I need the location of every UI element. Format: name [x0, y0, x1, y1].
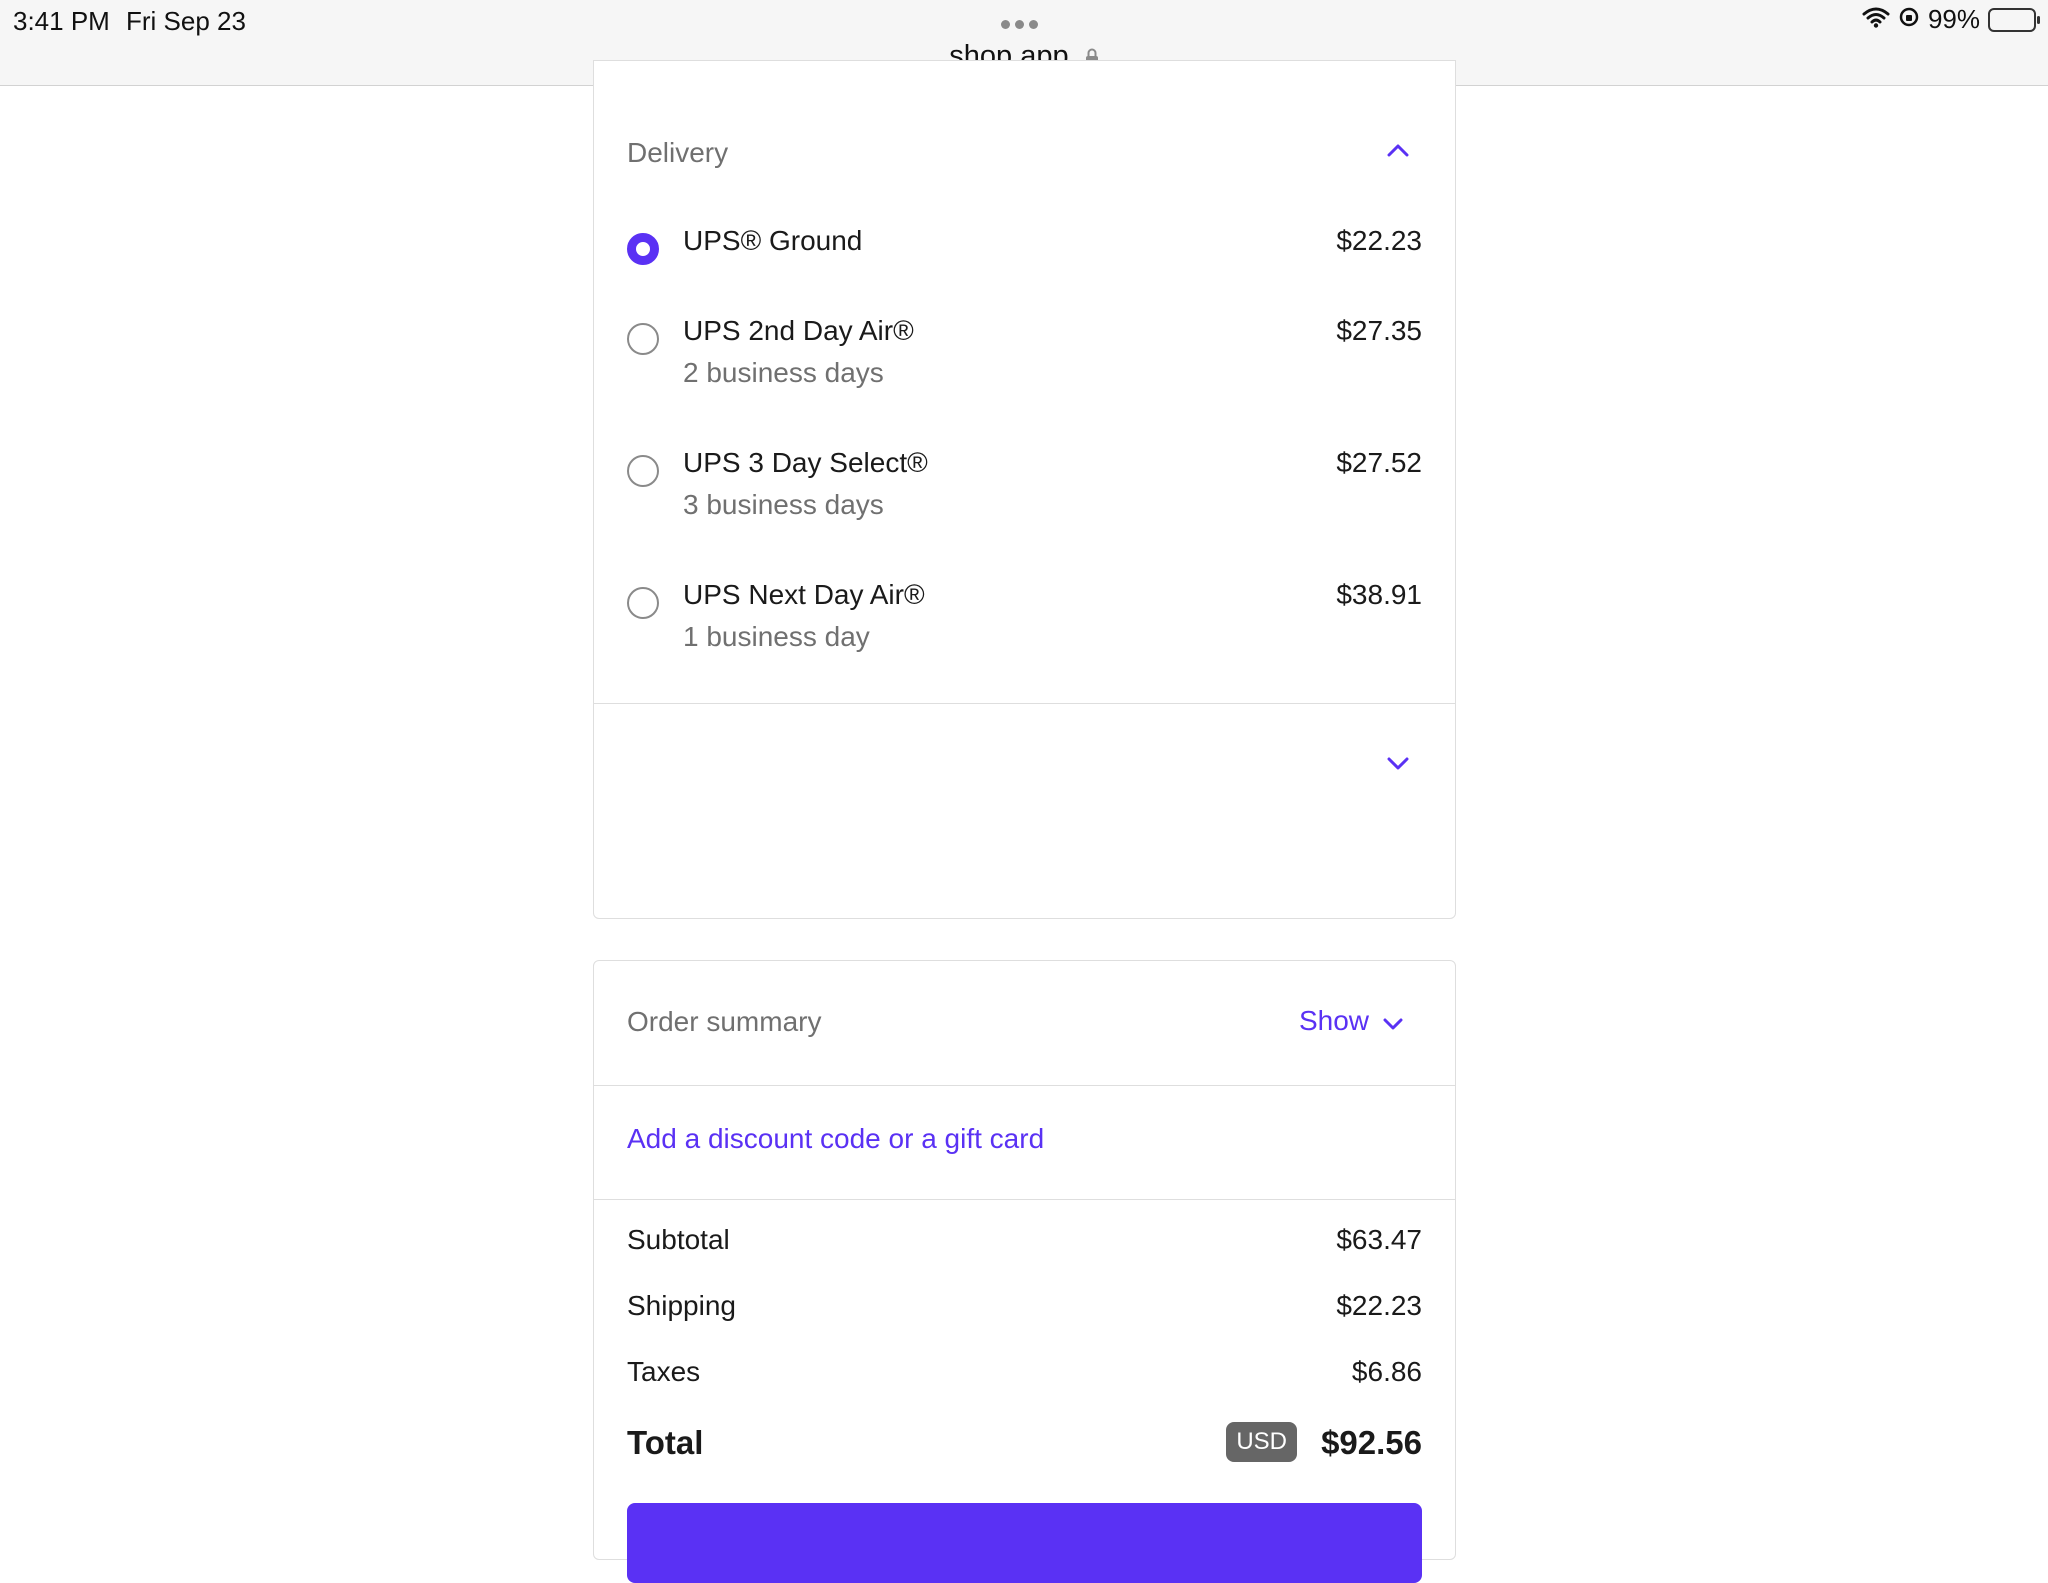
chevron-down-icon: [1383, 1005, 1403, 1037]
status-time: 3:41 PM: [13, 6, 110, 36]
radio-unselected[interactable]: [627, 323, 659, 355]
status-date: Fri Sep 23: [126, 6, 246, 36]
radio-unselected[interactable]: [627, 455, 659, 487]
chevron-up-icon[interactable]: [1387, 143, 1409, 162]
shipping-label: Shipping: [627, 1290, 736, 1321]
more-dots-icon[interactable]: [1001, 20, 1038, 29]
pay-now-button[interactable]: [627, 1503, 1422, 1583]
delivery-card: Delivery UPS® Ground $22.23 UPS 2nd Day …: [593, 60, 1456, 919]
subtotal-value: $63.47: [1336, 1224, 1422, 1255]
option-price: $38.91: [1336, 579, 1422, 610]
total-value: $92.56: [1321, 1424, 1422, 1461]
shipping-value: $22.23: [1336, 1290, 1422, 1321]
option-name: UPS 3 Day Select®: [683, 447, 928, 478]
option-duration: 2 business days: [683, 357, 884, 388]
taxes-label: Taxes: [627, 1356, 701, 1387]
order-summary-card: Order summary Show Add a discount code o…: [593, 960, 1456, 1583]
order-summary-title: Order summary: [627, 1006, 822, 1037]
option-name: UPS® Ground: [683, 225, 863, 256]
radio-unselected[interactable]: [627, 587, 659, 619]
battery-percent: 99%: [1927, 4, 1980, 34]
show-summary-button[interactable]: Show: [1299, 1005, 1403, 1037]
divider: [594, 703, 1455, 704]
taxes-value: $6.86: [1351, 1356, 1422, 1387]
option-price: $27.52: [1336, 447, 1422, 478]
option-name: UPS Next Day Air®: [683, 579, 925, 610]
option-duration: 3 business days: [683, 489, 884, 520]
delivery-title: Delivery: [627, 137, 729, 168]
discount-code-link[interactable]: Add a discount code or a gift card: [627, 1123, 1044, 1155]
option-price: $27.35: [1336, 315, 1422, 346]
option-name: UPS 2nd Day Air®: [683, 315, 914, 346]
radio-selected[interactable]: [627, 233, 659, 265]
divider: [594, 1085, 1455, 1086]
delivery-option-ups-next-day-air[interactable]: UPS Next Day Air® 1 business day $38.91: [627, 579, 1422, 687]
status-icons: 99%: [1862, 4, 2040, 35]
orientation-lock-icon: [1898, 4, 1920, 35]
total-label: Total: [627, 1424, 704, 1461]
show-label: Show: [1298, 1005, 1369, 1036]
currency-badge: USD: [1226, 1422, 1297, 1462]
subtotal-label: Subtotal: [627, 1224, 730, 1255]
delivery-option-ups-3-day-select[interactable]: UPS 3 Day Select® 3 business days $27.52: [627, 447, 1422, 555]
chevron-down-icon[interactable]: [1387, 757, 1409, 776]
divider: [594, 1199, 1455, 1200]
option-price: $22.23: [1336, 225, 1422, 256]
wifi-icon: [1862, 4, 1890, 35]
battery-icon: [1988, 7, 2040, 32]
delivery-option-ups-2nd-day-air[interactable]: UPS 2nd Day Air® 2 business days $27.35: [627, 315, 1422, 423]
option-duration: 1 business day: [683, 621, 870, 652]
